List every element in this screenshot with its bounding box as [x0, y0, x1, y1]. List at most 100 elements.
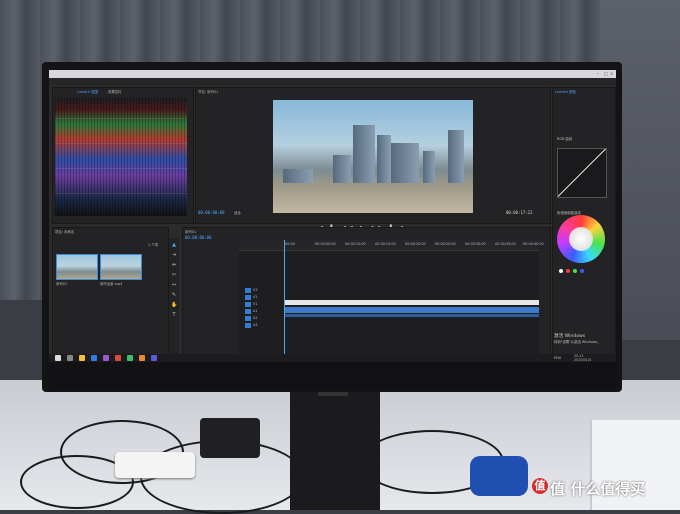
project-thumbnail[interactable]: [56, 254, 98, 280]
search-icon[interactable]: [67, 355, 73, 361]
hand-tool-icon[interactable]: ✋: [171, 302, 177, 308]
monitor-chin: [49, 362, 616, 390]
ruler-tick: 00:00: [285, 242, 295, 246]
browser-icon[interactable]: [91, 355, 97, 361]
timeline-area[interactable]: 00:00 00:00:05:00 00:00:10:00 00:00:15:0…: [239, 240, 544, 358]
lumetri-color-title[interactable]: Lumetri 颜色: [555, 89, 576, 94]
scopes-tab[interactable]: Lumetri 范围: [77, 89, 98, 94]
timeline-title[interactable]: 序列01: [185, 229, 196, 234]
track-header[interactable]: [245, 302, 251, 307]
track-label: V3: [253, 288, 258, 292]
app-icon[interactable]: [151, 355, 157, 361]
activation-subtitle: 转到"设置"以激活 Windows。: [554, 340, 601, 344]
monitor-logo: [318, 392, 348, 396]
app-icon[interactable]: [127, 355, 133, 361]
track-label: A1: [253, 309, 258, 313]
track-header[interactable]: [245, 288, 251, 293]
scope-gridline: [55, 118, 187, 119]
program-timecode[interactable]: 00:00:00:00: [198, 210, 225, 215]
ruler-tick: 00:00:05:00: [315, 242, 336, 246]
curve-line[interactable]: [558, 149, 606, 197]
hue-saturation-wheel[interactable]: [557, 215, 605, 263]
monitor-stand: [290, 390, 380, 510]
project-item-label[interactable]: 城市全景.mp4: [100, 281, 122, 286]
app-icon[interactable]: [139, 355, 145, 361]
type-tool-icon[interactable]: T: [171, 312, 177, 318]
ruler-tick: 00:00:10:00: [345, 242, 366, 246]
program-preview-video: [273, 100, 473, 213]
color-dot[interactable]: [559, 269, 563, 273]
project-panel: 项目: 未命名 1 个项: [52, 227, 169, 356]
ripple-edit-icon[interactable]: ⇹: [171, 262, 177, 268]
track-header[interactable]: [245, 316, 251, 321]
project-thumbnail[interactable]: [100, 254, 142, 280]
track-label: V2: [253, 295, 258, 299]
audio-clip[interactable]: [285, 314, 539, 317]
track-label: A3: [253, 323, 258, 327]
video-clip[interactable]: [285, 300, 539, 305]
lumetri-scope-display: [55, 98, 187, 216]
taskbar-date[interactable]: 2020/3/15: [574, 358, 591, 362]
ruler-tick: 00:00:30:00: [465, 242, 486, 246]
wheel-center: [569, 227, 593, 251]
building: [377, 135, 391, 185]
building: [423, 151, 435, 185]
scope-gridline: [55, 168, 187, 169]
app-icon[interactable]: [115, 355, 121, 361]
blue-device: [470, 456, 528, 496]
app-titlebar: – □ ×: [49, 70, 616, 78]
track-label: V1: [253, 302, 258, 306]
start-icon[interactable]: [55, 355, 61, 361]
power-strip: [115, 452, 195, 478]
track-label: A2: [253, 316, 258, 320]
project-panel-title[interactable]: 项目: 未命名: [55, 229, 74, 234]
ruler-tick: 00:00:40:00: [523, 242, 544, 246]
scope-gridline: [55, 143, 187, 144]
track-header[interactable]: [245, 323, 251, 328]
track-header[interactable]: [245, 309, 251, 314]
program-duration: 00:00:17:22: [506, 210, 533, 215]
timeline-timecode[interactable]: 00:00:00:00: [185, 235, 212, 240]
fit-dropdown[interactable]: 适合: [234, 210, 241, 215]
color-dot[interactable]: [573, 269, 577, 273]
monitor-foot: [200, 418, 260, 458]
ruler-tick: 00:00:20:00: [405, 242, 426, 246]
ruler-tick: 00:00:15:00: [375, 242, 396, 246]
menubar: 编辑: [49, 78, 616, 91]
project-item-count: 1 个项: [148, 243, 159, 247]
program-monitor-title[interactable]: 节目: 序列01: [198, 89, 218, 94]
playhead[interactable]: [284, 240, 285, 358]
rgb-curve-editor[interactable]: [557, 148, 607, 198]
windows-taskbar: ENG 20:11 2020/3/15: [49, 354, 616, 362]
pen-tool-icon[interactable]: ✎: [171, 292, 177, 298]
razor-tool-icon[interactable]: ✂: [171, 272, 177, 278]
windows-activation-notice: 激活 Windows 转到"设置"以激活 Windows。: [554, 333, 600, 344]
track-header[interactable]: [245, 295, 251, 300]
audio-clip[interactable]: [285, 307, 539, 313]
project-item-label[interactable]: 序列01: [56, 281, 67, 286]
maximize-icon[interactable]: □: [604, 71, 608, 76]
building: [448, 130, 464, 185]
color-dot[interactable]: [580, 269, 584, 273]
ruler-tick: 00:00:35:00: [495, 242, 516, 246]
effect-controls-tab[interactable]: 效果控件: [108, 89, 122, 94]
minimize-icon[interactable]: –: [597, 71, 599, 76]
slip-tool-icon[interactable]: ↔: [171, 282, 177, 288]
zhi-logo-icon: 值: [532, 478, 548, 494]
folder-icon[interactable]: [79, 355, 85, 361]
close-icon[interactable]: ×: [610, 71, 613, 76]
color-dot[interactable]: [566, 269, 570, 273]
premiere-icon[interactable]: [103, 355, 109, 361]
building: [391, 143, 419, 185]
taskbar-lang[interactable]: ENG: [554, 356, 561, 360]
selection-tool-icon[interactable]: ▲: [171, 242, 177, 248]
ruler-tick: 00:00:25:00: [435, 242, 456, 246]
track-select-icon[interactable]: ⇥: [171, 252, 177, 258]
scope-gridline: [55, 193, 187, 194]
rgb-curves-label[interactable]: RGB 曲线: [557, 136, 572, 141]
monitor-screen: – □ × 编辑 Lumetri 范围 效果控件 节目: 序列01 00:00:…: [49, 70, 616, 362]
building: [333, 155, 351, 185]
building: [353, 125, 375, 185]
watermark-text: 值 什么值得买: [550, 480, 646, 498]
road: [273, 183, 473, 213]
